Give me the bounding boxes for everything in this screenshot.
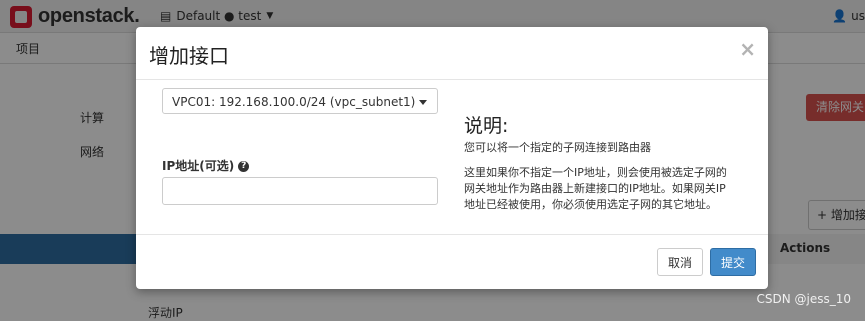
modal-footer: 取消 提交 — [136, 234, 768, 290]
watermark: CSDN @jess_10 — [756, 292, 851, 306]
add-interface-modal: 增加接口 × 子网* VPC01: 192.168.100.0/24 (vpc_… — [136, 27, 768, 289]
ip-address-input[interactable] — [162, 177, 438, 205]
modal-header: 增加接口 × — [136, 27, 768, 80]
cancel-button[interactable]: 取消 — [657, 248, 703, 276]
caret-down-icon — [419, 100, 427, 105]
subnet-select[interactable]: VPC01: 192.168.100.0/24 (vpc_subnet1) — [162, 88, 438, 114]
close-icon[interactable]: × — [739, 37, 756, 61]
description-title: 说明: — [464, 115, 509, 137]
ip-address-label: IP地址(可选)? — [162, 157, 250, 174]
description-text: 这里如果你不指定一个IP地址，则会使用被选定子网的 — [464, 166, 727, 179]
description-text: 您可以将一个指定的子网连接到路由器 — [464, 141, 651, 154]
subnet-select-value: VPC01: 192.168.100.0/24 (vpc_subnet1) — [172, 95, 416, 109]
modal-title: 增加接口 — [149, 44, 229, 68]
description-text: 网关地址作为路由器上新建接口的IP地址。如果网关IP — [464, 182, 726, 195]
description-text: 地址已经被使用，你必须使用选定子网的其它地址。 — [464, 198, 717, 211]
ip-address-label-text: IP地址(可选) — [162, 159, 235, 173]
submit-button[interactable]: 提交 — [710, 248, 756, 276]
question-circle-icon[interactable]: ? — [238, 161, 250, 172]
